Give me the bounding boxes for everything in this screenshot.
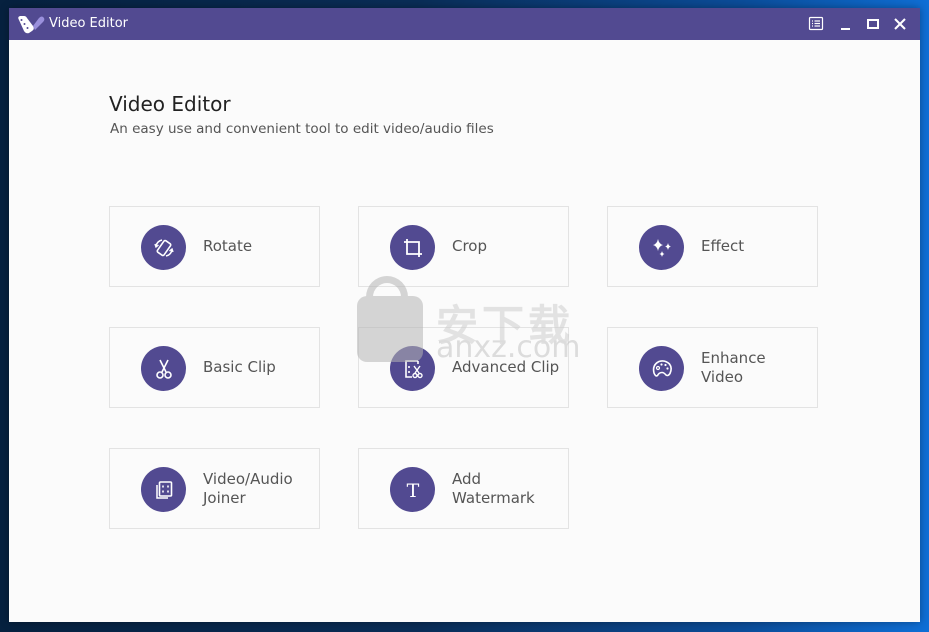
tool-label: Crop (452, 237, 488, 255)
close-icon (894, 18, 906, 30)
advanced-clip-icon (404, 359, 423, 378)
icon-badge: T (390, 467, 435, 512)
tool-card-add-watermark[interactable]: T Add Watermark (358, 448, 569, 529)
tool-card-enhance-video[interactable]: Enhance Video (607, 327, 818, 408)
menu-button[interactable] (806, 14, 826, 34)
tool-label: Video/Audio Joiner (203, 469, 293, 507)
tool-card-video-audio-joiner[interactable]: Video/Audio Joiner (109, 448, 320, 529)
tool-label: Effect (701, 237, 745, 255)
title-bar[interactable]: Video Editor (9, 8, 920, 40)
maximize-button[interactable] (863, 14, 883, 34)
tool-card-crop[interactable]: Crop (358, 206, 569, 287)
tool-label: Add Watermark (452, 469, 535, 507)
scissors-icon (155, 359, 172, 379)
close-button[interactable] (890, 14, 910, 34)
app-logo-icon (18, 16, 45, 34)
maximize-icon (867, 19, 879, 29)
icon-badge (390, 346, 435, 391)
app-window: Video Editor Video Editor An easy use an… (9, 8, 920, 622)
svg-text:T: T (406, 480, 419, 502)
tool-card-effect[interactable]: Effect (607, 206, 818, 287)
text-icon: T (406, 480, 419, 502)
page-title: Video Editor (109, 92, 231, 116)
tool-card-rotate[interactable]: Rotate (109, 206, 320, 287)
icon-badge (639, 225, 684, 270)
palette-icon (652, 359, 672, 377)
tool-label: Rotate (203, 237, 253, 255)
icon-badge (141, 346, 186, 391)
icon-badge (141, 467, 186, 512)
icon-badge (639, 346, 684, 391)
tool-label: Enhance Video (701, 348, 766, 386)
rotate-icon (153, 238, 174, 257)
tool-label: Basic Clip (203, 358, 276, 376)
icon-badge (141, 225, 186, 270)
sparkle-icon (652, 238, 671, 257)
menu-icon (808, 16, 824, 31)
tool-card-basic-clip[interactable]: Basic Clip (109, 327, 320, 408)
icon-badge (390, 225, 435, 270)
crop-icon (403, 238, 422, 257)
page-subtitle: An easy use and convenient tool to edit … (110, 121, 494, 137)
joiner-icon (155, 480, 172, 499)
tool-card-advanced-clip[interactable]: Advanced Clip (358, 327, 569, 408)
minimize-icon (841, 28, 850, 30)
minimize-button[interactable] (836, 14, 856, 34)
window-title: Video Editor (49, 16, 129, 31)
tool-label: Advanced Clip (452, 358, 560, 376)
